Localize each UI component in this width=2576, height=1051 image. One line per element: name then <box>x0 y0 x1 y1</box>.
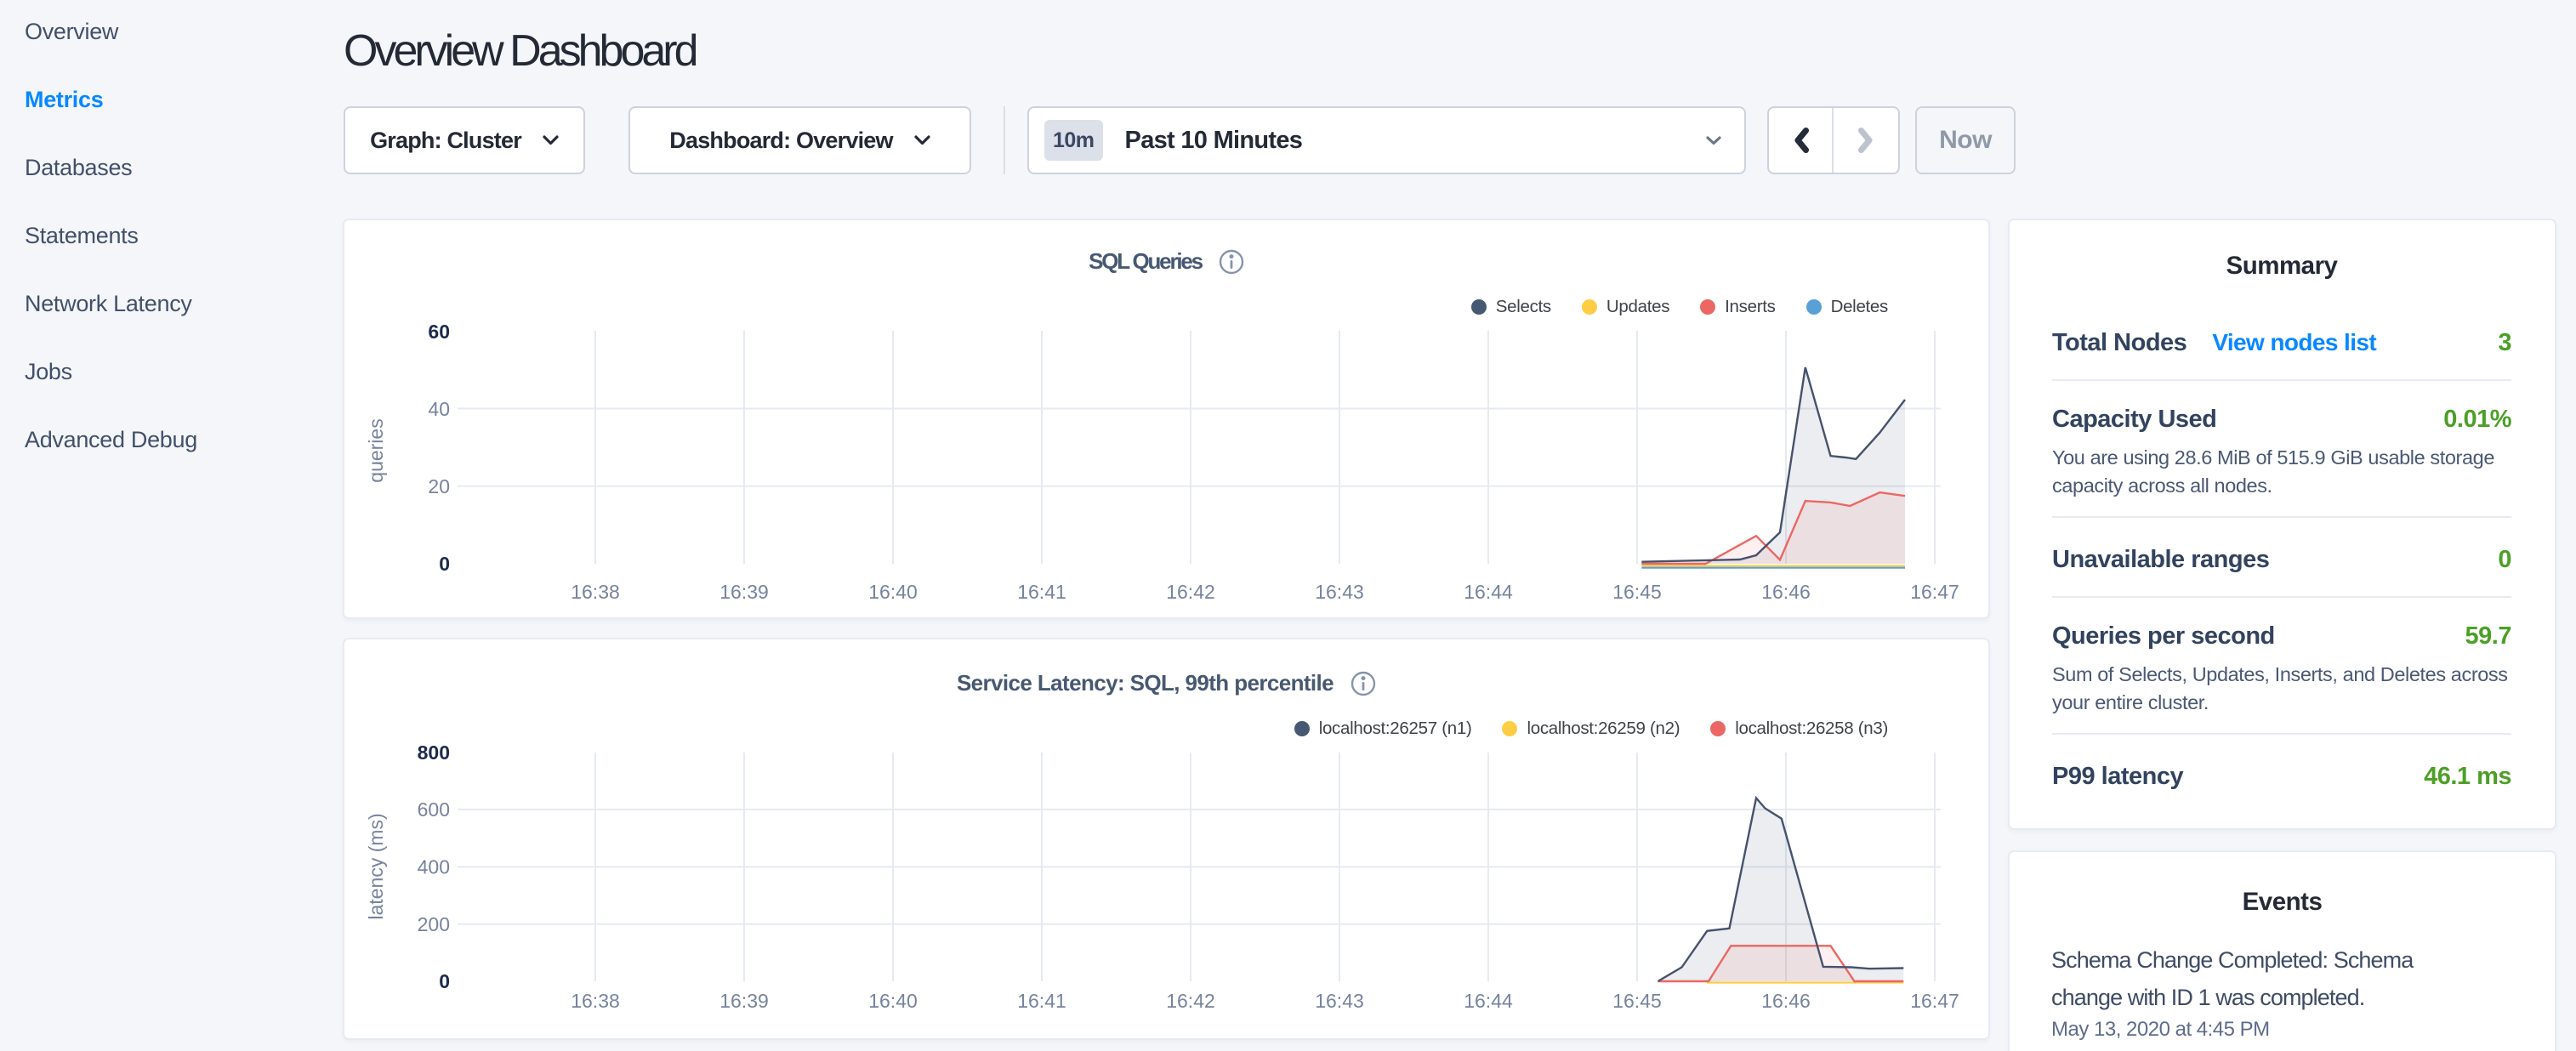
svg-text:16:39: 16:39 <box>719 990 769 1012</box>
svg-text:20: 20 <box>428 475 450 497</box>
svg-text:800: 800 <box>418 741 450 764</box>
svg-text:16:41: 16:41 <box>1017 581 1066 603</box>
svg-text:16:42: 16:42 <box>1166 581 1215 603</box>
svg-text:16:38: 16:38 <box>571 581 620 603</box>
svg-text:16:45: 16:45 <box>1612 990 1662 1012</box>
svg-text:200: 200 <box>418 913 450 935</box>
svg-text:0: 0 <box>439 970 450 992</box>
svg-text:16:43: 16:43 <box>1315 990 1364 1012</box>
svg-text:40: 40 <box>428 398 450 420</box>
svg-text:16:42: 16:42 <box>1166 990 1215 1012</box>
svg-text:60: 60 <box>428 321 450 343</box>
svg-text:16:46: 16:46 <box>1761 581 1811 603</box>
svg-text:latency (ms): latency (ms) <box>365 813 387 919</box>
svg-text:16:47: 16:47 <box>1910 990 1959 1012</box>
svg-text:0: 0 <box>439 553 450 575</box>
svg-text:16:47: 16:47 <box>1910 581 1959 603</box>
svg-text:queries: queries <box>365 418 387 482</box>
svg-text:16:44: 16:44 <box>1464 990 1513 1012</box>
svg-text:16:44: 16:44 <box>1464 581 1513 603</box>
svg-text:16:41: 16:41 <box>1017 990 1066 1012</box>
svg-text:16:46: 16:46 <box>1761 990 1811 1012</box>
svg-text:16:40: 16:40 <box>868 581 918 603</box>
svg-text:16:38: 16:38 <box>571 990 620 1012</box>
svg-text:600: 600 <box>418 798 450 821</box>
svg-text:16:43: 16:43 <box>1315 581 1364 603</box>
svg-text:16:39: 16:39 <box>719 581 769 603</box>
svg-text:16:45: 16:45 <box>1612 581 1662 603</box>
svg-text:16:40: 16:40 <box>868 990 918 1012</box>
svg-text:400: 400 <box>418 856 450 878</box>
